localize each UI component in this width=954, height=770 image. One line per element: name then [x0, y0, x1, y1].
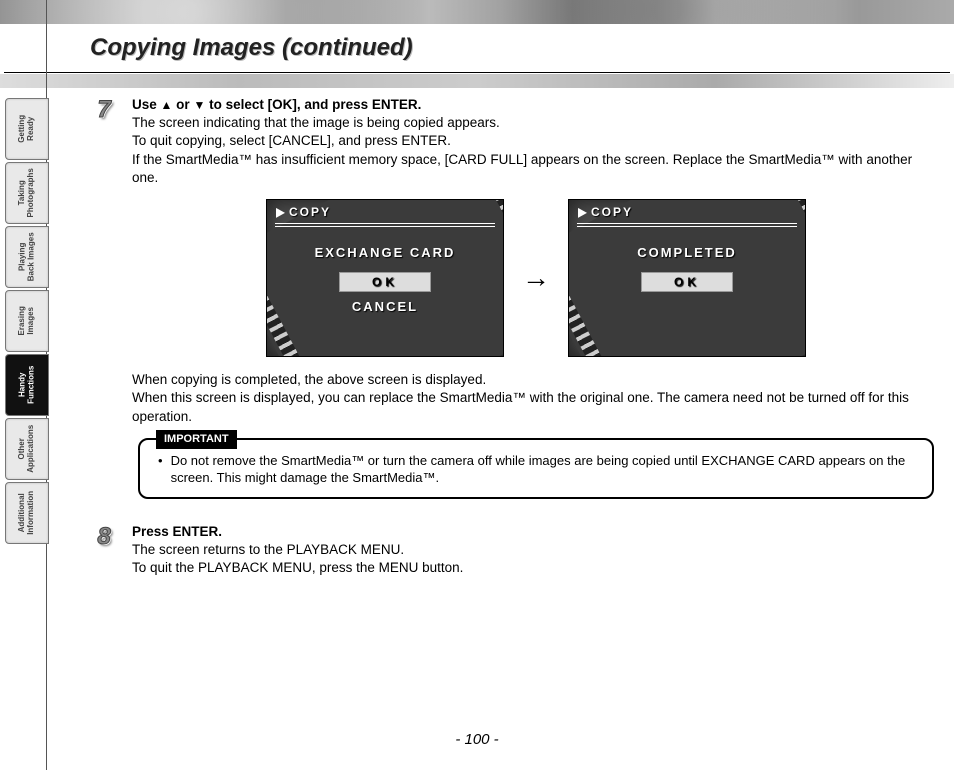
screen-completed: COPY COMPLETED OK — [568, 199, 806, 357]
screens-row: COPY EXCHANGE CARD OK CANCEL → COPY — [132, 199, 940, 357]
up-arrow-icon: ▲ — [161, 98, 173, 112]
screen-header: COPY — [577, 204, 797, 224]
tab-label: Additional Information — [18, 491, 36, 535]
tab-additional-information[interactable]: Additional Information — [5, 482, 49, 544]
play-icon — [577, 208, 587, 218]
tab-label: Other Applications — [18, 425, 36, 473]
tab-label: Playing Back Images — [18, 233, 36, 282]
bullet-icon: • — [158, 452, 163, 487]
menu-exchange: EXCHANGE CARD OK CANCEL — [267, 244, 503, 315]
step-7-body-2: To quit copying, select [CANCEL], and pr… — [132, 132, 940, 150]
screen-header: COPY — [275, 204, 495, 224]
header-texture — [0, 0, 954, 24]
play-icon — [275, 208, 285, 218]
tab-label: Getting Ready — [18, 115, 36, 143]
screen-exchange-card: COPY EXCHANGE CARD OK CANCEL — [266, 199, 504, 357]
tab-label: Handy Functions — [18, 366, 36, 404]
arrow-right-icon: → — [522, 259, 550, 297]
completed-label: COMPLETED — [569, 244, 805, 262]
tab-erasing-images[interactable]: Erasing Images — [5, 290, 49, 352]
important-text: Do not remove the SmartMedia™ or turn th… — [171, 452, 914, 487]
step-8: 8 Press ENTER. The screen returns to the… — [90, 523, 940, 578]
page-number: - 100 - — [0, 731, 954, 748]
ok-button[interactable]: OK — [641, 272, 733, 292]
tab-label: Erasing Images — [18, 306, 36, 335]
heading-text-mid: or — [172, 97, 193, 112]
menu-completed: COMPLETED OK — [569, 244, 805, 292]
step-number-8: 8 — [90, 523, 118, 551]
important-callout: IMPORTANT • Do not remove the SmartMedia… — [138, 438, 934, 499]
heading-text-pre: Use — [132, 97, 161, 112]
copy-label: COPY — [591, 205, 633, 219]
step-number-7: 7 — [90, 96, 118, 124]
page-title: Copying Images (continued) — [90, 34, 954, 62]
tab-playing-back-images[interactable]: Playing Back Images — [5, 226, 49, 288]
step-8-heading: Press ENTER. — [132, 523, 940, 541]
tab-getting-ready[interactable]: Getting Ready — [5, 98, 49, 160]
step-7-after-1: When copying is completed, the above scr… — [132, 371, 940, 389]
exchange-card-label: EXCHANGE CARD — [267, 244, 503, 262]
ok-button[interactable]: OK — [339, 272, 431, 292]
tab-handy-functions[interactable]: Handy Functions — [5, 354, 49, 416]
important-tag: IMPORTANT — [156, 430, 237, 449]
step-7-heading: Use ▲ or ▼ to select [OK], and press ENT… — [132, 96, 940, 114]
tab-other-applications[interactable]: Other Applications — [5, 418, 49, 480]
step-8-body-1: The screen returns to the PLAYBACK MENU. — [132, 541, 940, 559]
header-underline — [275, 223, 495, 224]
cancel-option[interactable]: CANCEL — [267, 298, 503, 316]
step-7: 7 Use ▲ or ▼ to select [OK], and press E… — [90, 96, 940, 517]
tab-label: Taking Photographs — [18, 168, 36, 217]
section-tabs: Getting Ready Taking Photographs Playing… — [5, 98, 49, 544]
step-7-body-1: The screen indicating that the image is … — [132, 114, 940, 132]
page-content: 7 Use ▲ or ▼ to select [OK], and press E… — [90, 96, 940, 584]
heading-text-post: to select [OK], and press ENTER. — [205, 97, 421, 112]
header-underline — [577, 223, 797, 224]
step-7-after-2: When this screen is displayed, you can r… — [132, 389, 940, 425]
title-rule — [4, 72, 950, 73]
copy-label: COPY — [289, 205, 331, 219]
step-7-body-3: If the SmartMedia™ has insufficient memo… — [132, 151, 940, 187]
tab-taking-photographs[interactable]: Taking Photographs — [5, 162, 49, 224]
down-arrow-icon: ▼ — [193, 98, 205, 112]
step-8-body-2: To quit the PLAYBACK MENU, press the MEN… — [132, 559, 940, 577]
subtitle-texture — [0, 74, 954, 88]
